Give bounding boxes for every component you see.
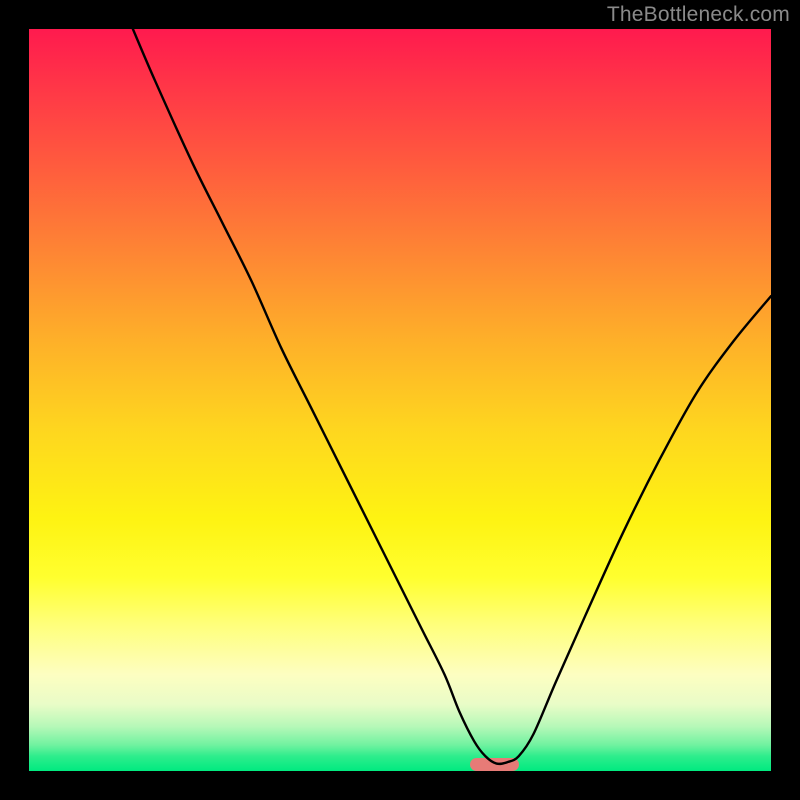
watermark-label: TheBottleneck.com — [607, 3, 790, 27]
plot-area — [29, 29, 771, 771]
bottleneck-curve — [29, 29, 771, 771]
chart-frame: TheBottleneck.com — [0, 0, 800, 800]
